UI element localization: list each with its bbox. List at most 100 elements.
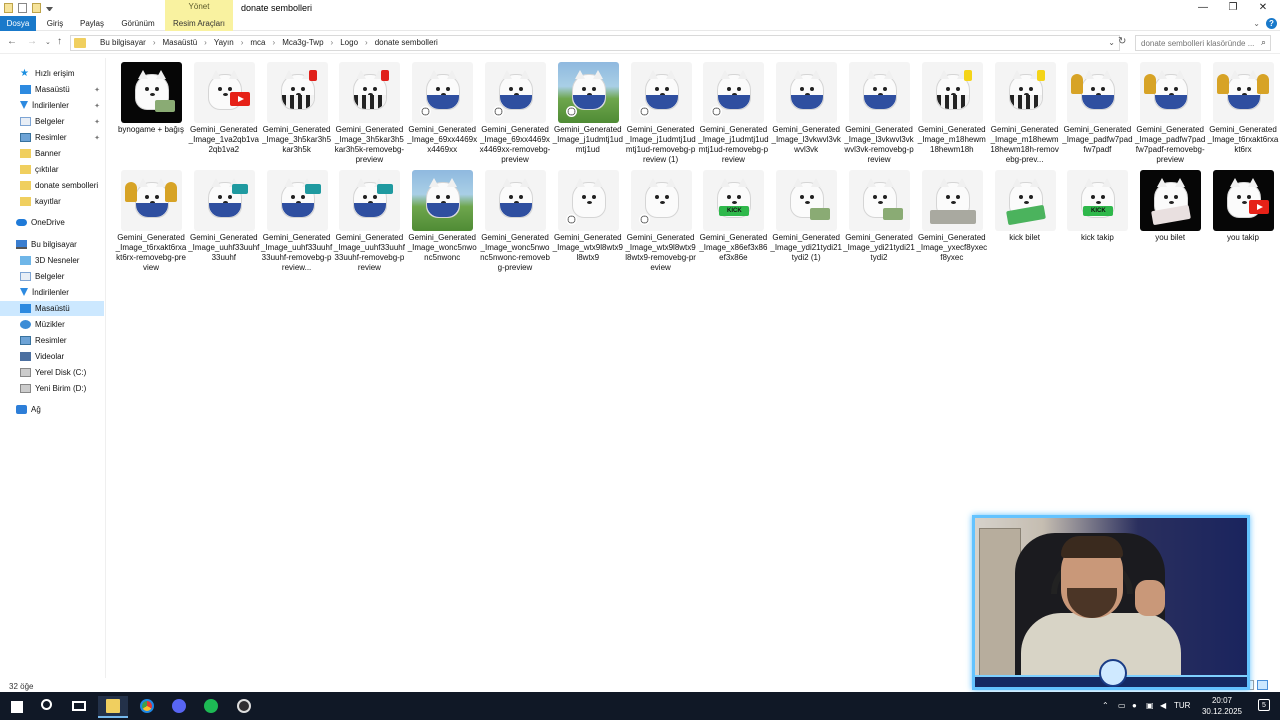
nav-item[interactable]: Videolar	[0, 349, 104, 364]
nav-item[interactable]: kayıtlar	[0, 194, 104, 209]
file-item[interactable]: Gemini_Generated_Image_wonc5nwonc5nwonc	[406, 167, 478, 273]
tab-share[interactable]: Paylaş	[76, 16, 108, 31]
minimize-button[interactable]: —	[1188, 0, 1218, 16]
nav-item[interactable]: Yerel Disk (C:)	[0, 365, 104, 380]
nav-item[interactable]: 3D Nesneler	[0, 253, 104, 268]
large-icons-view-button[interactable]	[1257, 680, 1268, 690]
nav-item[interactable]: İndirilenler	[0, 285, 104, 300]
breadcrumb-item[interactable]: Bu bilgisayar	[97, 38, 149, 47]
file-item[interactable]: Gemini_Generated_Image_wtx9l8wtx9l8wtx9-…	[625, 167, 697, 273]
maximize-button[interactable]: ❐	[1218, 0, 1248, 16]
file-item[interactable]: Gemini_Generated_Image_ydi21tydi21tydi2	[843, 167, 915, 273]
nav-item[interactable]: Ağ	[0, 402, 104, 417]
microphone-icon[interactable]: ●	[1132, 701, 1137, 710]
nav-item[interactable]: donate sembolleri	[0, 178, 104, 193]
file-item[interactable]: Gemini_Generated_Image_m18hewm18hewm18h	[916, 59, 988, 165]
breadcrumb-item[interactable]: mca	[247, 38, 268, 47]
file-item[interactable]: Gemini_Generated_Image_3h5kar3h5kar3h5k-…	[333, 59, 405, 165]
recent-locations-icon[interactable]: ⌄	[45, 38, 51, 46]
file-item[interactable]: Gemini_Generated_Image_uuhf33uuhf33uuhf	[188, 167, 260, 273]
file-item[interactable]: Gemini_Generated_Image_3h5kar3h5kar3h5k	[261, 59, 333, 165]
file-item[interactable]: Gemini_Generated_Image_69xx4469xx4469xx	[406, 59, 478, 165]
file-item[interactable]: Gemini_Generated_Image_ydi21tydi21tydi2 …	[770, 167, 842, 273]
breadcrumb-item[interactable]: Logo	[337, 38, 361, 47]
network-icon[interactable]: ▭	[1118, 701, 1126, 710]
file-item[interactable]: Gemini_Generated_Image_j1udmtj1udmtj1ud-…	[697, 59, 769, 165]
file-item[interactable]: bynogame + bağış	[115, 59, 187, 165]
nav-item[interactable]: İndirilenler ✦	[0, 98, 104, 113]
start-button[interactable]	[2, 696, 32, 718]
new-folder-icon[interactable]	[32, 3, 41, 13]
notifications-icon[interactable]: 5	[1258, 699, 1270, 711]
taskbar-chrome[interactable]	[132, 696, 162, 718]
file-item[interactable]: Gemini_Generated_Image_l3vkwvl3vkwvl3vk-…	[843, 59, 915, 165]
refresh-icon[interactable]: ↻	[1118, 36, 1126, 47]
nav-item[interactable]: OneDrive	[0, 215, 104, 230]
breadcrumb-item[interactable]: Yayın	[211, 38, 237, 47]
close-button[interactable]: ✕	[1248, 0, 1278, 16]
tray-chevron-icon[interactable]: ⌃	[1102, 701, 1109, 710]
back-icon[interactable]: ←	[7, 36, 17, 47]
tab-home[interactable]: Giriş	[40, 16, 70, 31]
nav-item[interactable]: Belgeler	[0, 269, 104, 284]
file-item[interactable]: Gemini_Generated_Image_wtx9l8wtx9l8wtx9	[552, 167, 624, 273]
file-item[interactable]: Gemini_Generated_Image_padfw7padfw7padf-…	[1134, 59, 1206, 165]
task-view-button[interactable]	[64, 696, 94, 718]
nav-item[interactable]: Resimler ✦	[0, 130, 104, 145]
nav-item[interactable]: Masaüstü ✦	[0, 82, 104, 97]
address-bar[interactable]: Bu bilgisayar › Masaüstü › Yayın › mca › Mca…	[70, 35, 1120, 51]
volume-icon[interactable]: ◀	[1160, 701, 1166, 710]
file-item[interactable]: Gemini_Generated_Image_m18hewm18hewm18h-…	[989, 59, 1061, 165]
file-item[interactable]: kick bilet	[989, 167, 1061, 273]
taskbar-spotify[interactable]	[196, 696, 226, 718]
taskbar-discord[interactable]	[164, 696, 194, 718]
file-item[interactable]: Gemini_Generated_Image_j1udmtj1udmtj1ud-…	[625, 59, 697, 165]
nav-item[interactable]: Resimler	[0, 333, 104, 348]
nav-item[interactable]: Banner	[0, 146, 104, 161]
properties-icon[interactable]	[18, 3, 27, 13]
file-item[interactable]: Gemini_Generated_Image_j1udmtj1udmtj1ud	[552, 59, 624, 165]
file-item[interactable]: you takip	[1207, 167, 1279, 273]
language-indicator[interactable]: TUR	[1174, 701, 1190, 710]
nav-item[interactable]: çıktılar	[0, 162, 104, 177]
file-item[interactable]: Gemini_Generated_Image_1va2qb1va2qb1va2	[188, 59, 260, 165]
search-input[interactable]	[1136, 36, 1254, 50]
file-item[interactable]: Gemini_Generated_Image_l3vkwvl3vkwvl3vk	[770, 59, 842, 165]
file-item[interactable]: Gemini_Generated_Image_wonc5nwonc5nwonc-…	[479, 167, 551, 273]
taskbar-file-explorer[interactable]	[98, 696, 128, 718]
customize-toolbar-icon[interactable]	[46, 7, 53, 11]
file-item[interactable]: you bilet	[1134, 167, 1206, 273]
file-item[interactable]: KICK Gemini_Generated_Image_x86ef3x86ef3x…	[697, 167, 769, 273]
taskbar-obs[interactable]	[229, 696, 259, 718]
file-item[interactable]: Gemini_Generated_Image_69xx4469xx4469xx-…	[479, 59, 551, 165]
clock[interactable]: 20:07 30.12.2025	[1202, 695, 1242, 717]
help-icon[interactable]: ?	[1266, 18, 1277, 29]
breadcrumb-item[interactable]: Masaüstü	[159, 38, 200, 47]
address-history-icon[interactable]: ⌄	[1108, 38, 1115, 47]
search-icon[interactable]: ⌕	[1261, 37, 1266, 48]
nav-item[interactable]: Belgeler ✦	[0, 114, 104, 129]
display-icon[interactable]: ▣	[1146, 701, 1154, 710]
tab-file[interactable]: Dosya	[0, 16, 36, 31]
file-item[interactable]: Gemini_Generated_Image_yxecf8yxecf8yxec	[916, 167, 988, 273]
search-button[interactable]	[33, 696, 63, 718]
tab-picture-tools[interactable]: Resim Araçları	[165, 16, 233, 31]
tab-view[interactable]: Görünüm	[116, 16, 160, 31]
up-icon[interactable]: ↑	[57, 36, 62, 47]
ribbon-expand-icon[interactable]: ⌄	[1253, 19, 1260, 28]
search-box[interactable]: ⌕	[1135, 35, 1271, 51]
nav-item[interactable]: Müzikler	[0, 317, 104, 332]
nav-item[interactable]: Yeni Birim (D:)	[0, 381, 104, 396]
breadcrumb-item[interactable]: Mca3g-Twp	[279, 38, 326, 47]
file-item[interactable]: Gemini_Generated_Image_uuhf33uuhf33uuhf-…	[261, 167, 333, 273]
file-item[interactable]: Gemini_Generated_Image_t6rxakt6rxakt6rx-…	[115, 167, 187, 273]
nav-item[interactable]: ★ Hızlı erişim	[0, 66, 104, 81]
forward-icon[interactable]: →	[27, 36, 37, 47]
file-item[interactable]: Gemini_Generated_Image_padfw7padfw7padf	[1061, 59, 1133, 165]
file-item[interactable]: Gemini_Generated_Image_uuhf33uuhf33uuhf-…	[333, 167, 405, 273]
file-item[interactable]: KICK kick takip	[1061, 167, 1133, 273]
file-item[interactable]: Gemini_Generated_Image_t6rxakt6rxakt6rx	[1207, 59, 1279, 165]
breadcrumb-item[interactable]: donate sembolleri	[372, 38, 441, 47]
nav-item[interactable]: Bu bilgisayar	[0, 237, 104, 252]
nav-item[interactable]: Masaüstü	[0, 301, 104, 316]
